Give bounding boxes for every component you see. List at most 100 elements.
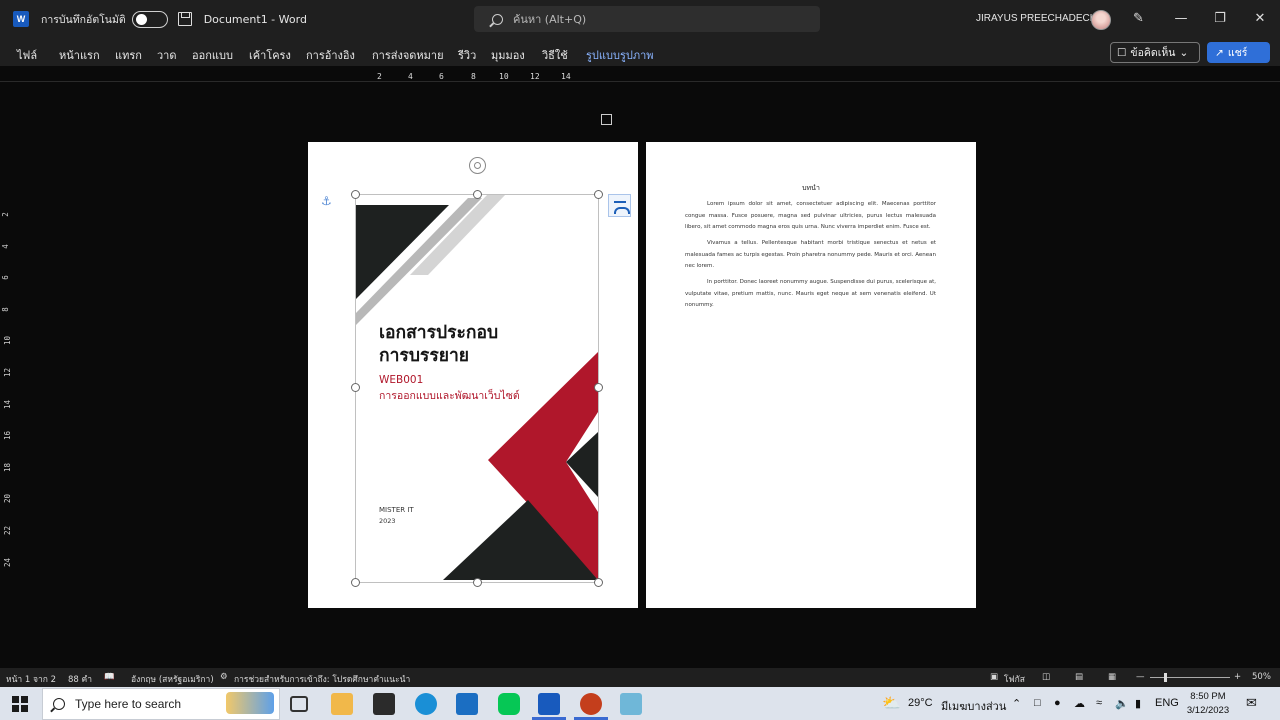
- microphone-icon[interactable]: ●: [1054, 697, 1061, 709]
- page-count[interactable]: หน้า 1 จาก 2: [6, 672, 56, 686]
- tab-picture-format[interactable]: รูปแบบรูปภาพ: [586, 46, 654, 64]
- cover-title-line1: เอกสารประกอบ: [379, 323, 499, 343]
- minimize-icon[interactable]: —: [1173, 11, 1189, 27]
- ruler-tick: 6: [439, 72, 444, 81]
- wifi-icon[interactable]: ≈: [1096, 697, 1102, 709]
- layout-options-icon[interactable]: [608, 194, 631, 217]
- resize-handle-sw[interactable]: [351, 578, 360, 587]
- user-name: JIRAYUS PREECHADECH: [976, 13, 1097, 24]
- file-explorer-icon[interactable]: [331, 693, 353, 715]
- anchor-icon[interactable]: ⚓: [321, 194, 332, 208]
- proofing-icon[interactable]: 📖: [104, 672, 115, 682]
- cover-title-line2: การบรรยาย: [379, 346, 470, 366]
- ruler-tick: 4: [408, 72, 413, 81]
- ruler-tick: 16: [3, 430, 13, 441]
- word-count[interactable]: 88 คำ: [68, 672, 92, 686]
- tab-mailings[interactable]: การส่งจดหมาย: [372, 46, 444, 64]
- weather-description[interactable]: มีเมฆบางส่วน: [941, 697, 1006, 715]
- mail-icon[interactable]: [456, 693, 478, 715]
- zoom-in-icon[interactable]: +: [1234, 672, 1241, 682]
- language-status[interactable]: อังกฤษ (สหรัฐอเมริกา): [131, 672, 214, 686]
- read-mode-icon[interactable]: ◫: [1042, 672, 1050, 682]
- zoom-slider[interactable]: [1150, 677, 1230, 678]
- tab-draw[interactable]: วาด: [157, 46, 177, 64]
- horizontal-ruler[interactable]: 2 4 6 8 10 12 14: [0, 66, 1280, 82]
- save-icon[interactable]: [177, 12, 192, 26]
- close-icon[interactable]: ✕: [1252, 11, 1268, 27]
- tab-insert[interactable]: แทรก: [115, 46, 142, 64]
- edge-browser-icon[interactable]: [415, 693, 437, 715]
- avatar[interactable]: [1091, 10, 1111, 30]
- ruler-tick: 4: [0, 244, 10, 249]
- tray-chevron-icon[interactable]: ⌃: [1012, 697, 1021, 710]
- resize-handle-w[interactable]: [351, 383, 360, 392]
- resize-handle-nw[interactable]: [351, 190, 360, 199]
- vertical-ruler[interactable]: 2 4 6 8 10 12 14 16 18 20 22 24: [0, 140, 16, 610]
- accessibility-icon: ⚙: [220, 672, 228, 682]
- cloud-icon[interactable]: ☁: [1074, 697, 1085, 710]
- rotate-handle-icon[interactable]: [469, 157, 486, 174]
- word-app-icon[interactable]: [538, 693, 560, 715]
- ruler-tick: 14: [561, 72, 571, 81]
- focus-icon: ▣: [990, 672, 999, 682]
- focus-button[interactable]: โฟกัส: [1004, 672, 1025, 686]
- pen-icon[interactable]: ✎: [1133, 12, 1147, 26]
- windows-taskbar: Type here to search ⛅ 29°C มีเมฆบางส่วน …: [0, 687, 1280, 720]
- task-view-icon[interactable]: [290, 696, 308, 712]
- notification-icon[interactable]: ✉: [1246, 695, 1257, 711]
- resize-handle-ne[interactable]: [594, 190, 603, 199]
- intro-paragraph: Lorem ipsum dolor sit amet, consectetuer…: [685, 201, 936, 230]
- resize-handle-n[interactable]: [473, 190, 482, 199]
- tab-design[interactable]: ออกแบบ: [192, 46, 233, 64]
- accessibility-status[interactable]: การช่วยสำหรับการเข้าถึง: โปรดศึกษาคำแนะน…: [234, 672, 410, 686]
- tab-help[interactable]: วิธีใช้: [542, 46, 568, 64]
- search-icon: [492, 13, 503, 25]
- zoom-out-icon[interactable]: —: [1136, 672, 1145, 682]
- page-move-handle[interactable]: [601, 114, 612, 125]
- word-logo-icon[interactable]: W: [13, 11, 29, 27]
- comments-button[interactable]: ☐ ข้อคิดเห็น ⌄: [1110, 42, 1200, 63]
- line-app-icon[interactable]: [498, 693, 520, 715]
- search-highlight-icon[interactable]: [226, 692, 274, 714]
- resize-handle-s[interactable]: [473, 578, 482, 587]
- search-input[interactable]: ค้นหา (Alt+Q): [474, 6, 820, 32]
- powerpoint-app-icon[interactable]: [580, 693, 602, 715]
- tab-review[interactable]: รีวิว: [458, 46, 476, 64]
- autosave-toggle[interactable]: [131, 10, 168, 28]
- ruler-tick: 8: [471, 72, 476, 81]
- cover-year: 2023: [379, 517, 396, 525]
- web-layout-icon[interactable]: ▦: [1108, 672, 1116, 682]
- print-layout-icon[interactable]: ▤: [1075, 672, 1083, 682]
- ruler-tick: 18: [3, 462, 13, 473]
- ruler-tick: 10: [499, 72, 509, 81]
- resize-handle-e[interactable]: [594, 383, 603, 392]
- input-language[interactable]: ENG: [1155, 697, 1179, 709]
- tab-references[interactable]: การอ้างอิง: [306, 46, 355, 64]
- tab-view[interactable]: มุมมอง: [491, 46, 525, 64]
- ruler-tick: 24: [3, 557, 13, 568]
- system-clock[interactable]: 8:50 PM 3/12/2023: [1180, 690, 1236, 718]
- ruler-tick: 10: [3, 335, 13, 346]
- ruler-tick: 2: [0, 212, 10, 217]
- tab-layout[interactable]: เค้าโครง: [249, 46, 291, 64]
- search-icon: [53, 698, 65, 710]
- tab-file[interactable]: ไฟล์: [17, 46, 37, 64]
- snipping-tool-icon[interactable]: [620, 693, 642, 715]
- volume-icon[interactable]: 🔈: [1115, 697, 1129, 710]
- restore-icon[interactable]: ❐: [1212, 11, 1228, 27]
- temperature[interactable]: 29°C: [908, 697, 933, 709]
- battery-icon[interactable]: ▮: [1135, 697, 1141, 710]
- comments-label: ข้อคิดเห็น: [1130, 47, 1176, 59]
- tab-home[interactable]: หน้าแรก: [59, 46, 100, 64]
- zoom-level[interactable]: 50%: [1252, 672, 1271, 682]
- zoom-slider-thumb[interactable]: [1164, 673, 1167, 682]
- weather-icon[interactable]: ⛅: [882, 694, 901, 712]
- clock-date: 3/12/2023: [1186, 705, 1230, 716]
- windows-start-icon[interactable]: [12, 696, 28, 712]
- resize-handle-se[interactable]: [594, 578, 603, 587]
- terminal-icon[interactable]: [373, 693, 395, 715]
- tray-app-icon[interactable]: □: [1034, 697, 1041, 709]
- page-cover[interactable]: ⚓ เอกสารประกอบ การบรรยาย WEB001 การออกแบ…: [308, 142, 638, 608]
- share-button[interactable]: ↗ แชร์: [1207, 42, 1270, 63]
- page-introduction[interactable]: บทนำ Lorem ipsum dolor sit amet, consect…: [646, 142, 976, 608]
